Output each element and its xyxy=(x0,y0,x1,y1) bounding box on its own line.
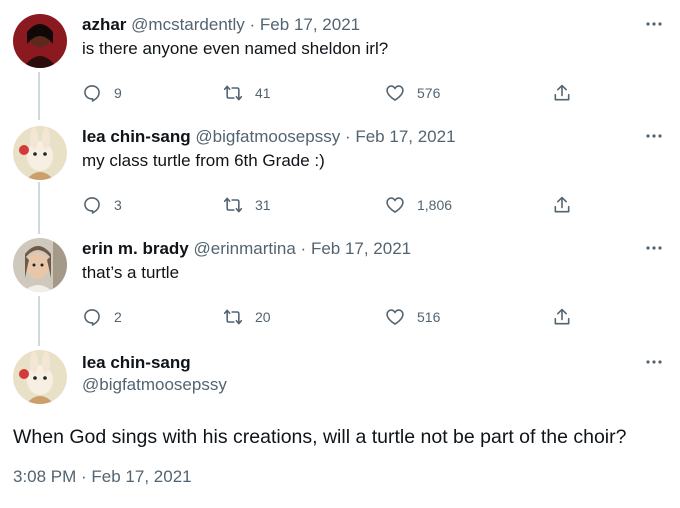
retweet-count: 20 xyxy=(255,309,271,325)
share-icon xyxy=(552,195,572,215)
retweet-button[interactable]: 41 xyxy=(223,81,271,105)
author-name[interactable]: lea chin-sang xyxy=(82,127,191,146)
retweet-icon xyxy=(223,307,243,327)
retweet-button[interactable]: 31 xyxy=(223,193,271,217)
share-icon xyxy=(552,307,572,327)
avatar[interactable] xyxy=(13,126,67,180)
separator-dot: · xyxy=(344,127,351,146)
tweet-actions: 9 41 576 xyxy=(82,81,582,105)
retweet-icon xyxy=(223,83,243,103)
separator-dot: · xyxy=(249,15,256,34)
reply-count: 3 xyxy=(114,197,122,213)
retweet-icon xyxy=(223,195,243,215)
tweet-text: that’s a turtle xyxy=(82,263,180,282)
more-icon[interactable] xyxy=(644,352,664,372)
avatar[interactable] xyxy=(13,350,67,404)
tweet-date[interactable]: Feb 17, 2021 xyxy=(260,15,360,34)
tweet-header: lea chin-sang @bigfatmoosepssy · Feb 17,… xyxy=(82,126,456,148)
reply-icon xyxy=(82,307,102,327)
share-button[interactable] xyxy=(552,81,572,105)
tweet-header: azhar @mcstardently · Feb 17, 2021 xyxy=(82,14,360,36)
reply-count: 9 xyxy=(114,85,122,101)
more-icon[interactable] xyxy=(644,126,664,146)
reply-count: 2 xyxy=(114,309,122,325)
like-count: 516 xyxy=(417,309,441,325)
author-name[interactable]: lea chin-sang xyxy=(82,352,227,374)
like-button[interactable]: 576 xyxy=(385,81,440,105)
author-handle[interactable]: @bigfatmoosepssy xyxy=(82,374,227,396)
author-handle[interactable]: @erinmartina xyxy=(194,239,296,258)
more-icon[interactable] xyxy=(644,238,664,258)
tweet-header: erin m. brady @erinmartina · Feb 17, 202… xyxy=(82,238,411,260)
author-name[interactable]: azhar xyxy=(82,15,126,34)
heart-icon xyxy=(385,83,405,103)
main-tweet-timestamp[interactable]: 3:08 PM · Feb 17, 2021 xyxy=(13,466,192,488)
reply-icon xyxy=(82,83,102,103)
tweet-actions: 3 31 1,806 xyxy=(82,193,582,217)
share-button[interactable] xyxy=(552,193,572,217)
like-button[interactable]: 516 xyxy=(385,305,440,329)
tweet[interactable]: lea chin-sang @bigfatmoosepssy · Feb 17,… xyxy=(0,126,680,216)
retweet-count: 31 xyxy=(255,197,271,213)
heart-icon xyxy=(385,307,405,327)
heart-icon xyxy=(385,195,405,215)
reply-button[interactable]: 3 xyxy=(82,193,122,217)
retweet-button[interactable]: 20 xyxy=(223,305,271,329)
share-icon xyxy=(552,83,572,103)
tweet-text: is there anyone even named sheldon irl? xyxy=(82,39,389,58)
tweet-actions: 2 20 516 xyxy=(82,305,582,329)
share-button[interactable] xyxy=(552,305,572,329)
tweet-text: my class turtle from 6th Grade :) xyxy=(82,151,325,170)
author-handle[interactable]: @mcstardently xyxy=(131,15,245,34)
author-name[interactable]: erin m. brady xyxy=(82,239,189,258)
tweet[interactable]: erin m. brady @erinmartina · Feb 17, 202… xyxy=(0,238,680,328)
like-button[interactable]: 1,806 xyxy=(385,193,452,217)
tweet[interactable]: azhar @mcstardently · Feb 17, 2021 is th… xyxy=(0,14,680,104)
separator-dot: · xyxy=(300,239,307,258)
reply-button[interactable]: 9 xyxy=(82,81,122,105)
avatar[interactable] xyxy=(13,238,67,292)
reply-icon xyxy=(82,195,102,215)
tweet-date[interactable]: Feb 17, 2021 xyxy=(311,239,411,258)
like-count: 1,806 xyxy=(417,197,453,213)
more-icon[interactable] xyxy=(644,14,664,34)
retweet-count: 41 xyxy=(255,85,271,101)
author-handle[interactable]: @bigfatmoosepssy xyxy=(195,127,340,146)
reply-button[interactable]: 2 xyxy=(82,305,122,329)
avatar[interactable] xyxy=(13,14,67,68)
main-tweet-text: When God sings with his creations, will … xyxy=(13,426,627,448)
tweet-date[interactable]: Feb 17, 2021 xyxy=(355,127,455,146)
like-count: 576 xyxy=(417,85,441,101)
main-author: lea chin-sang @bigfatmoosepssy xyxy=(82,352,227,396)
